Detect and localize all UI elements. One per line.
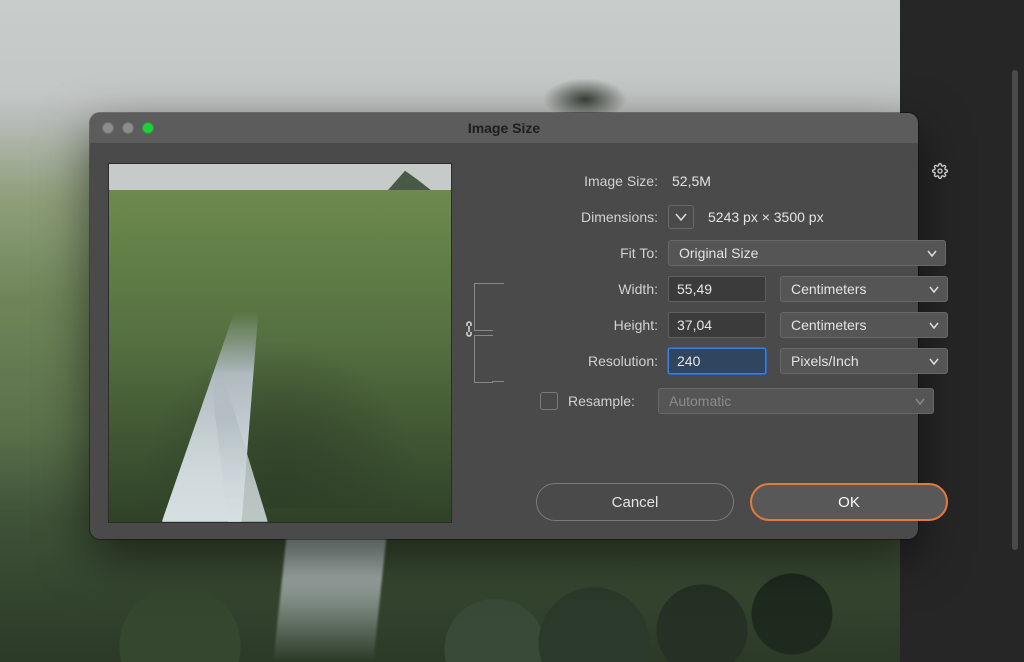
ok-button[interactable]: OK [750, 483, 948, 521]
fit-to-value: Original Size [679, 245, 758, 261]
resample-label: Resample: [568, 393, 658, 409]
width-input[interactable] [668, 276, 766, 302]
constrain-proportions-icon[interactable] [462, 319, 476, 343]
constrain-bracket-bottom [474, 335, 493, 383]
width-unit-value: Centimeters [791, 281, 866, 297]
dialog-content: Image Size: 52,5M Dimensions: 5243 px × … [90, 143, 918, 539]
height-unit-value: Centimeters [791, 317, 866, 333]
image-size-value: 52,5M [668, 173, 711, 189]
dimensions-value: 5243 px × 3500 px [704, 209, 824, 225]
preview-thumbnail[interactable] [108, 163, 452, 523]
chevron-down-icon [929, 317, 939, 333]
resolution-unit-select[interactable]: Pixels/Inch [780, 348, 948, 374]
fit-to-select[interactable]: Original Size [668, 240, 946, 266]
dialog-title: Image Size [90, 120, 918, 136]
height-unit-select[interactable]: Centimeters [780, 312, 948, 338]
titlebar[interactable]: Image Size [90, 113, 918, 143]
dimensions-label: Dimensions: [470, 209, 668, 225]
dialog-buttons: Cancel OK [536, 483, 948, 521]
chevron-down-icon [915, 393, 925, 409]
fit-to-label: Fit To: [470, 245, 668, 261]
resolution-label: Resolution: [470, 353, 668, 369]
form-area: Image Size: 52,5M Dimensions: 5243 px × … [452, 163, 948, 521]
width-unit-select[interactable]: Centimeters [780, 276, 948, 302]
resolution-unit-value: Pixels/Inch [791, 353, 859, 369]
height-label: Height: [470, 317, 668, 333]
settings-gear-icon[interactable] [932, 163, 948, 183]
image-size-label: Image Size: [470, 173, 668, 189]
dimensions-unit-toggle[interactable] [668, 205, 694, 229]
chevron-down-icon [929, 281, 939, 297]
constrain-bracket-top [474, 283, 493, 331]
chevron-down-icon [927, 245, 937, 261]
resample-checkbox[interactable] [540, 392, 558, 410]
height-input[interactable] [668, 312, 766, 338]
cancel-button[interactable]: Cancel [536, 483, 734, 521]
image-size-dialog: Image Size Image Size: 52,5M [90, 113, 918, 539]
resolution-input[interactable] [668, 348, 766, 374]
chevron-down-icon [929, 353, 939, 369]
resample-method-select: Automatic [658, 388, 934, 414]
panel-scrollbar[interactable] [1012, 70, 1018, 550]
resample-method-value: Automatic [669, 393, 731, 409]
